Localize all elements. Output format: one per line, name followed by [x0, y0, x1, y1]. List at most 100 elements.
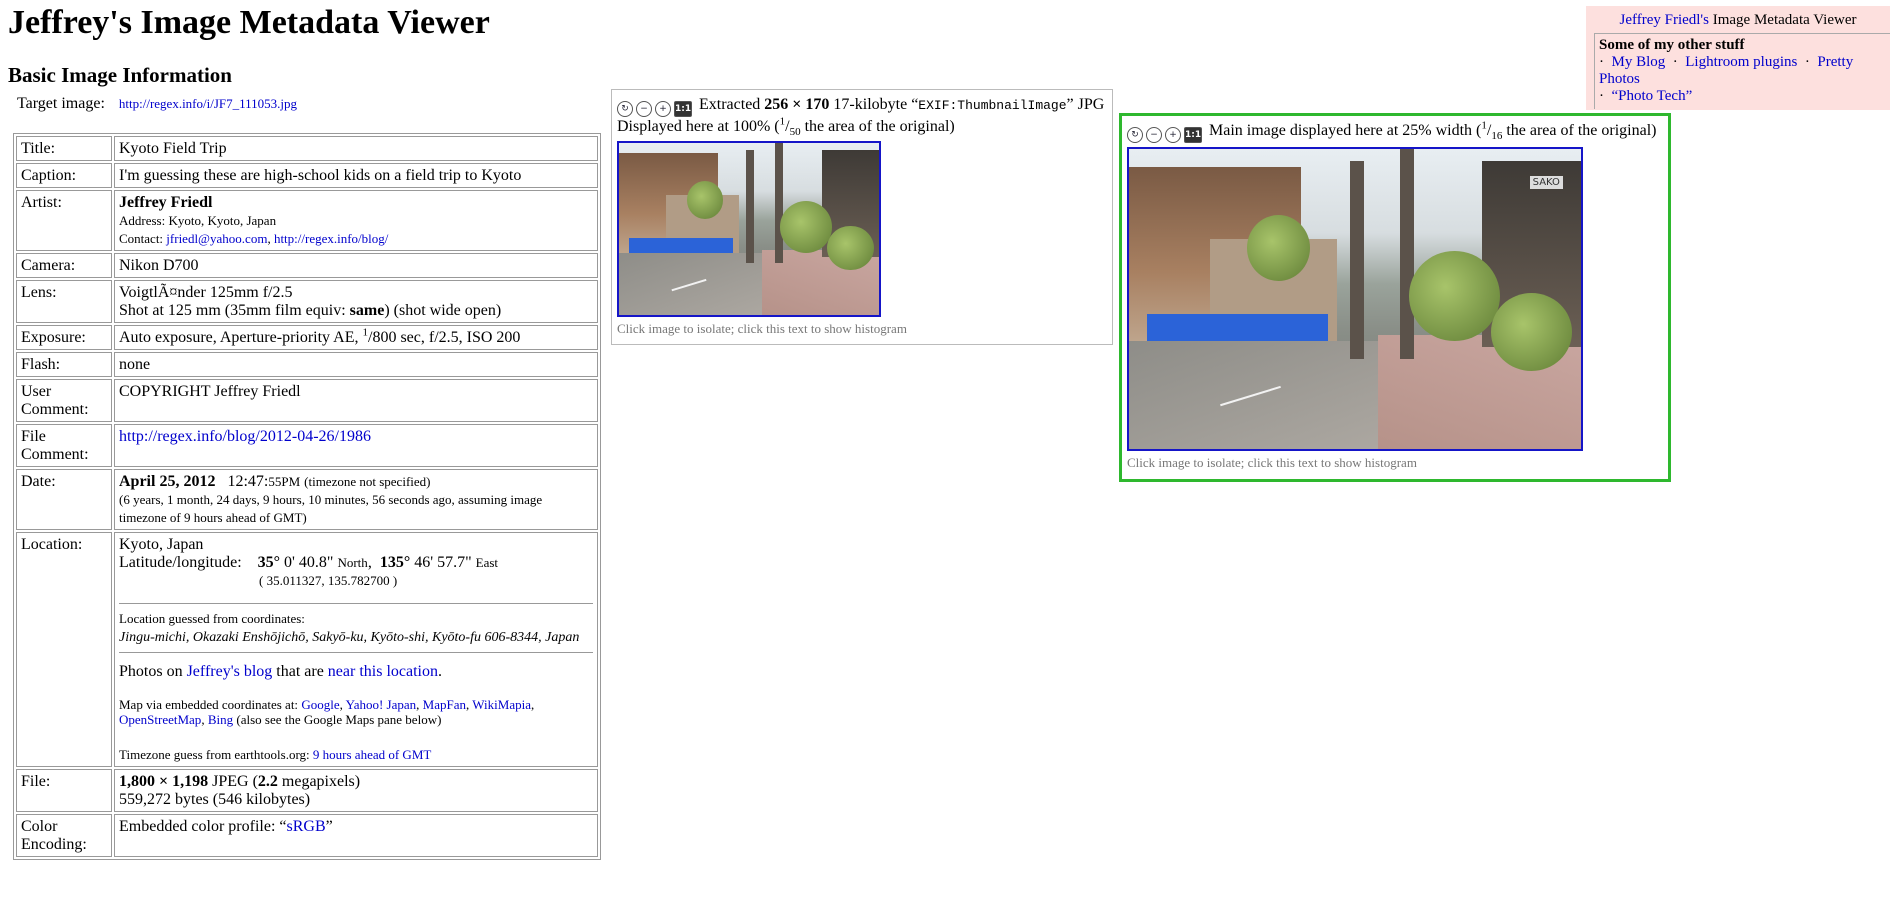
- main-image[interactable]: SAKO: [1127, 147, 1583, 451]
- artist-name: Jeffrey Friedl: [119, 194, 213, 211]
- divider: [119, 652, 593, 653]
- nearby-suffix: .: [437, 663, 442, 680]
- map-mapfan-link[interactable]: MapFan: [423, 697, 466, 712]
- target-image-row: Target image: http://regex.info/i/JF7_11…: [17, 95, 297, 113]
- main-frac-den: 16: [1491, 130, 1503, 143]
- map-google-link[interactable]: Google: [301, 697, 339, 712]
- artist-contact: Contact: jfriedl@yahoo.com, http://regex…: [119, 231, 388, 246]
- date-time: 12:47:: [227, 473, 269, 490]
- main-desc-suffix: the area of the original): [1502, 122, 1657, 139]
- exposure-prefix: Auto exposure, Aperture-priority AE,: [119, 329, 363, 346]
- thumb-tag: EXIF:ThumbnailImage: [918, 98, 1067, 113]
- table-row: File Comment: http://regex.info/blog/201…: [16, 424, 598, 467]
- date-timezone: (timezone not specified): [304, 474, 431, 489]
- table-row: Artist: Jeffrey Friedl Address: Kyoto, K…: [16, 190, 598, 251]
- location-guess: Jingu-michi, Okazaki Enshōjichō, Sakyō-k…: [119, 630, 580, 645]
- artist-value: Jeffrey Friedl Address: Kyoto, Kyoto, Ja…: [114, 190, 598, 251]
- lon-minutes: 46' 57.7": [410, 554, 472, 571]
- thumbnail-image[interactable]: [617, 141, 881, 317]
- title-label: Title:: [16, 136, 112, 161]
- artist-label: Artist:: [16, 190, 112, 251]
- thumb-size: 256 × 170: [764, 96, 830, 113]
- author-link[interactable]: Jeffrey Friedl's: [1619, 12, 1709, 28]
- contact-label: Contact:: [119, 231, 164, 246]
- table-row: File: 1,800 × 1,198 JPEG (2.2 megapixels…: [16, 769, 598, 812]
- main-image-panel: ↻ − +1:1 Main image displayed here at 25% …: [1119, 113, 1671, 482]
- my-blog-link[interactable]: My Blog: [1612, 54, 1666, 70]
- lens-model: VoigtlÃ¤nder 125mm f/2.5: [119, 284, 293, 301]
- artist-address: Address: Kyoto, Kyoto, Japan: [119, 213, 277, 228]
- color-encoding-value: Embedded color profile: “sRGB”: [114, 814, 598, 857]
- photo-tech-link[interactable]: “Photo Tech”: [1612, 88, 1693, 104]
- caption-label: Caption:: [16, 163, 112, 188]
- artist-email-link[interactable]: jfriedl@yahoo.com: [166, 231, 267, 246]
- table-row: Date: April 25, 2012 12:47:55PM (timezon…: [16, 469, 598, 530]
- near-location-link[interactable]: near this location: [328, 663, 438, 680]
- main-frac-num: 1: [1481, 119, 1487, 132]
- table-row: Location: Kyoto, Japan Latitude/longitud…: [16, 532, 598, 767]
- lat-direction: North: [337, 555, 368, 570]
- target-image-link[interactable]: http://regex.info/i/JF7_111053.jpg: [119, 96, 297, 111]
- map-bing-link[interactable]: Bing: [208, 712, 233, 727]
- contact-separator: ,: [267, 231, 271, 246]
- rotate-icon[interactable]: ↻: [1127, 127, 1143, 143]
- latlong-decimal: ( 35.011327, 135.782700 ): [259, 573, 398, 588]
- jeffreys-blog-link[interactable]: Jeffrey's blog: [187, 663, 273, 680]
- lens-value: VoigtlÃ¤nder 125mm f/2.5 Shot at 125 mm …: [114, 280, 598, 323]
- file-bytes: 559,272 bytes (546 kilobytes): [119, 791, 311, 808]
- file-comment-value: http://regex.info/blog/2012-04-26/1986: [114, 424, 598, 467]
- file-value: 1,800 × 1,198 JPEG (2.2 megapixels) 559,…: [114, 769, 598, 812]
- user-comment-value: COPYRIGHT Jeffrey Friedl: [114, 379, 598, 422]
- date-label: Date:: [16, 469, 112, 530]
- timezone-link[interactable]: 9 hours ahead of GMT: [313, 747, 431, 762]
- thumbnail-caption[interactable]: Click image to isolate; click this text …: [617, 321, 1107, 337]
- timezone-guess: Timezone guess from earthtools.org: 9 ho…: [119, 747, 593, 762]
- map-yahoo-link[interactable]: Yahoo! Japan: [346, 697, 417, 712]
- srgb-link[interactable]: sRGB: [287, 818, 326, 835]
- table-row: Flash: none: [16, 352, 598, 377]
- bullet: ·: [1672, 54, 1678, 70]
- page-title: Jeffrey's Image Metadata Viewer: [8, 4, 490, 41]
- zoom-in-icon[interactable]: +: [655, 101, 671, 117]
- main-image-caption[interactable]: Click image to isolate; click this text …: [1127, 455, 1663, 471]
- map-osm-link[interactable]: OpenStreetMap: [119, 712, 201, 727]
- file-dimensions: 1,800 × 1,198: [119, 773, 209, 790]
- divider: [119, 603, 593, 604]
- lon-direction: East: [475, 555, 499, 570]
- main-image-controls: ↻ − +1:1 Main image displayed here at 25% …: [1127, 119, 1663, 143]
- actual-size-icon[interactable]: 1:1: [674, 101, 692, 117]
- table-row: Color Encoding: Embedded color profile: …: [16, 814, 598, 857]
- nearby-prefix: Photos on: [119, 663, 187, 680]
- zoom-out-icon[interactable]: −: [1146, 127, 1162, 143]
- file-comment-link[interactable]: http://regex.info/blog/2012-04-26/1986: [119, 428, 371, 445]
- map-label: Map via embedded coordinates at:: [119, 697, 302, 712]
- zoom-out-icon[interactable]: −: [636, 101, 652, 117]
- bullet: ·: [1804, 54, 1810, 70]
- date-value: April 25, 2012 12:47:55PM (timezone not …: [114, 469, 598, 530]
- lens-shot-equiv: same: [349, 302, 385, 319]
- target-image-label: Target image:: [17, 95, 105, 112]
- thumb-display-prefix: Displayed here at 100% (: [617, 118, 780, 135]
- lon-degrees: 135°: [379, 554, 411, 571]
- table-row: Title: Kyoto Field Trip: [16, 136, 598, 161]
- zoom-in-icon[interactable]: +: [1165, 127, 1181, 143]
- actual-size-icon[interactable]: 1:1: [1184, 127, 1202, 143]
- exposure-label: Exposure:: [16, 325, 112, 350]
- location-label: Location:: [16, 532, 112, 767]
- file-comment-label: File Comment:: [16, 424, 112, 467]
- nearby-photos: Photos on Jeffrey's blog that are near t…: [119, 663, 593, 681]
- artist-url-link[interactable]: http://regex.info/blog/: [274, 231, 388, 246]
- table-row: Camera: Nikon D700: [16, 253, 598, 278]
- file-megapixels: 2.2: [257, 773, 278, 790]
- map-links: Map via embedded coordinates at: Google,…: [119, 697, 535, 727]
- lightroom-plugins-link[interactable]: Lightroom plugins: [1685, 54, 1797, 70]
- bullet: ·: [1599, 88, 1604, 104]
- map-wikimapia-link[interactable]: WikiMapia: [472, 697, 531, 712]
- user-comment-label: User Comment:: [16, 379, 112, 422]
- table-row: Lens: VoigtlÃ¤nder 125mm f/2.5 Shot at 1…: [16, 280, 598, 323]
- map-tail: (also see the Google Maps pane below): [233, 712, 442, 727]
- section-title: Basic Image Information: [8, 63, 232, 87]
- main-desc-prefix: Main image displayed here at 25% width (: [1209, 122, 1482, 139]
- location-place: Kyoto, Japan: [119, 536, 204, 553]
- rotate-icon[interactable]: ↻: [617, 101, 633, 117]
